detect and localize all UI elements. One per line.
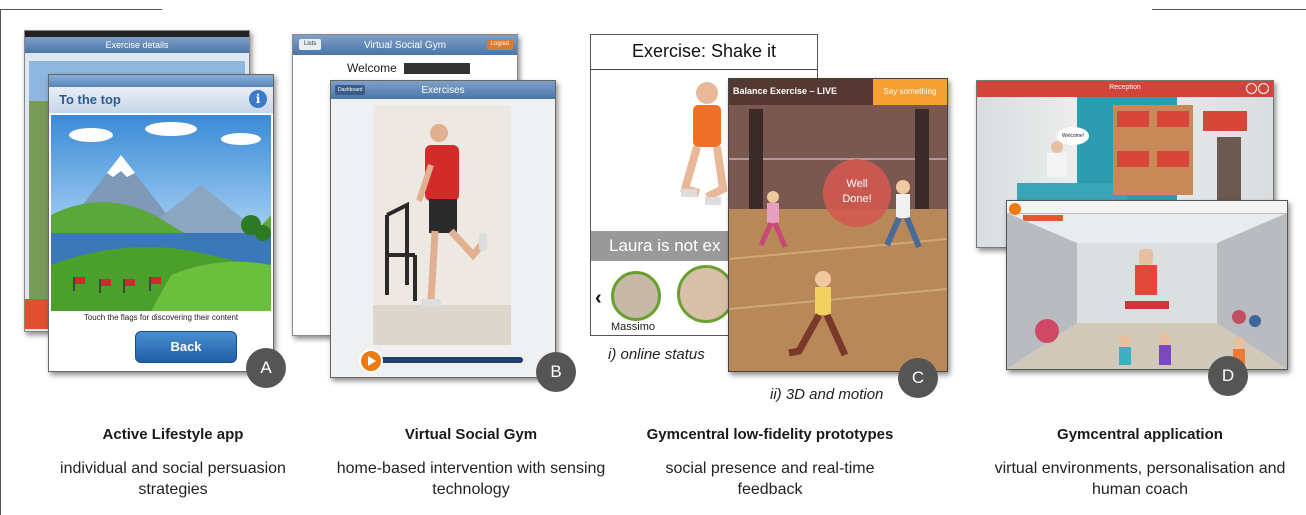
- panel-b-back-title: Virtual Social Gym: [363, 40, 447, 51]
- panel-a: Exercise details To the top i Touch the …: [24, 30, 294, 390]
- corner-mark-right: [1152, 9, 1306, 10]
- power-icon[interactable]: [1258, 83, 1269, 94]
- exercise-video: [373, 105, 511, 345]
- reception-header: Reception: [977, 81, 1273, 97]
- avatar-laura[interactable]: [677, 265, 735, 323]
- runner-figure: [788, 271, 849, 357]
- live-header: Balance Exercise – LIVE Say something: [729, 79, 947, 105]
- panel-b: Lists Virtual Social Gym Logout Welcome …: [292, 34, 582, 394]
- corner-mark-left: [0, 9, 162, 10]
- receptionist: [1043, 141, 1071, 185]
- corner-mark-left-vertical: [0, 9, 1, 515]
- label-3d-motion: ii) 3D and motion: [770, 386, 884, 403]
- panel-b-front-header: Dashboard Exercises: [331, 81, 555, 99]
- panel-a-header: To the top i: [49, 87, 273, 113]
- door-button[interactable]: [1203, 111, 1247, 131]
- back-button[interactable]: Back: [135, 331, 237, 363]
- settings-icon[interactable]: [1246, 83, 1257, 94]
- panel-c-front-screen: Balance Exercise – LIVE Say something We…: [728, 78, 948, 372]
- panel-d-front-screen: [1006, 200, 1288, 370]
- panel-a-instruction: Touch the flags for discovering their co…: [83, 313, 239, 322]
- runner-figure: [758, 191, 788, 248]
- panel-a-back-title: Exercise details: [25, 37, 249, 53]
- panel-a-title: To the top: [59, 92, 121, 107]
- badge-c: C: [898, 358, 938, 398]
- status-text: Laura is not ex: [609, 236, 721, 255]
- panel-b-back-header: Lists Virtual Social Gym Logout: [293, 35, 517, 55]
- caption-title-c: Gymcentral low-fidelity prototypes: [646, 426, 894, 443]
- notice-board: [1113, 105, 1193, 195]
- caption-title-a: Active Lifestyle app: [102, 426, 244, 443]
- dashboard-button[interactable]: Dashboard: [335, 85, 366, 95]
- caption-title-d: Gymcentral application: [1057, 426, 1223, 443]
- label-online-status: i) online status: [608, 346, 705, 363]
- redacted-name: [404, 63, 471, 75]
- avatar-name: Massimo: [611, 321, 656, 333]
- panel-c: Exercise: Shake it Laura is not ex ‹ Mas…: [588, 34, 948, 404]
- runner-figure: [884, 180, 922, 249]
- logout-button[interactable]: Logout: [486, 39, 513, 50]
- say-something-button[interactable]: Say something: [873, 79, 947, 105]
- info-icon[interactable]: i: [249, 90, 267, 108]
- badge-b: B: [536, 352, 576, 392]
- panel-d: Reception Welcome! D: [972, 80, 1292, 400]
- panel-a-front-screen: To the top i Touch the flags for discove…: [48, 74, 274, 372]
- caption-sub-d: virtual environments, personalisation an…: [994, 460, 1286, 498]
- avatar-massimo[interactable]: [611, 271, 661, 321]
- welcome-text: Welcome: [347, 61, 397, 75]
- caption-sub-c: social presence and real-time feedback: [665, 460, 875, 498]
- panel-c-back-title: Exercise: Shake it: [631, 41, 777, 61]
- exercising-person-photo: [373, 124, 511, 345]
- caption-sub-a: individual and social persuasion strateg…: [60, 460, 286, 498]
- caption-sub-b: home-based intervention with sensing tec…: [336, 460, 606, 498]
- caption-title-b: Virtual Social Gym: [404, 426, 538, 443]
- chevron-left-icon[interactable]: ‹: [595, 287, 602, 310]
- lists-button[interactable]: Lists: [299, 39, 322, 50]
- play-icon[interactable]: [359, 349, 383, 373]
- video-progress-bar[interactable]: [373, 357, 523, 363]
- reception-title: Reception: [1109, 84, 1141, 91]
- badge-a: A: [246, 348, 286, 388]
- mountain-illustration: [51, 115, 271, 311]
- panel-b-front-screen: Dashboard Exercises: [330, 80, 556, 378]
- virtual-gym-scene: [1007, 213, 1287, 369]
- panel-b-front-title: Exercises: [421, 85, 465, 96]
- badge-d: D: [1208, 356, 1248, 396]
- live-title: Balance Exercise – LIVE: [733, 86, 838, 96]
- welcome-speech-bubble: Welcome!: [1057, 127, 1089, 145]
